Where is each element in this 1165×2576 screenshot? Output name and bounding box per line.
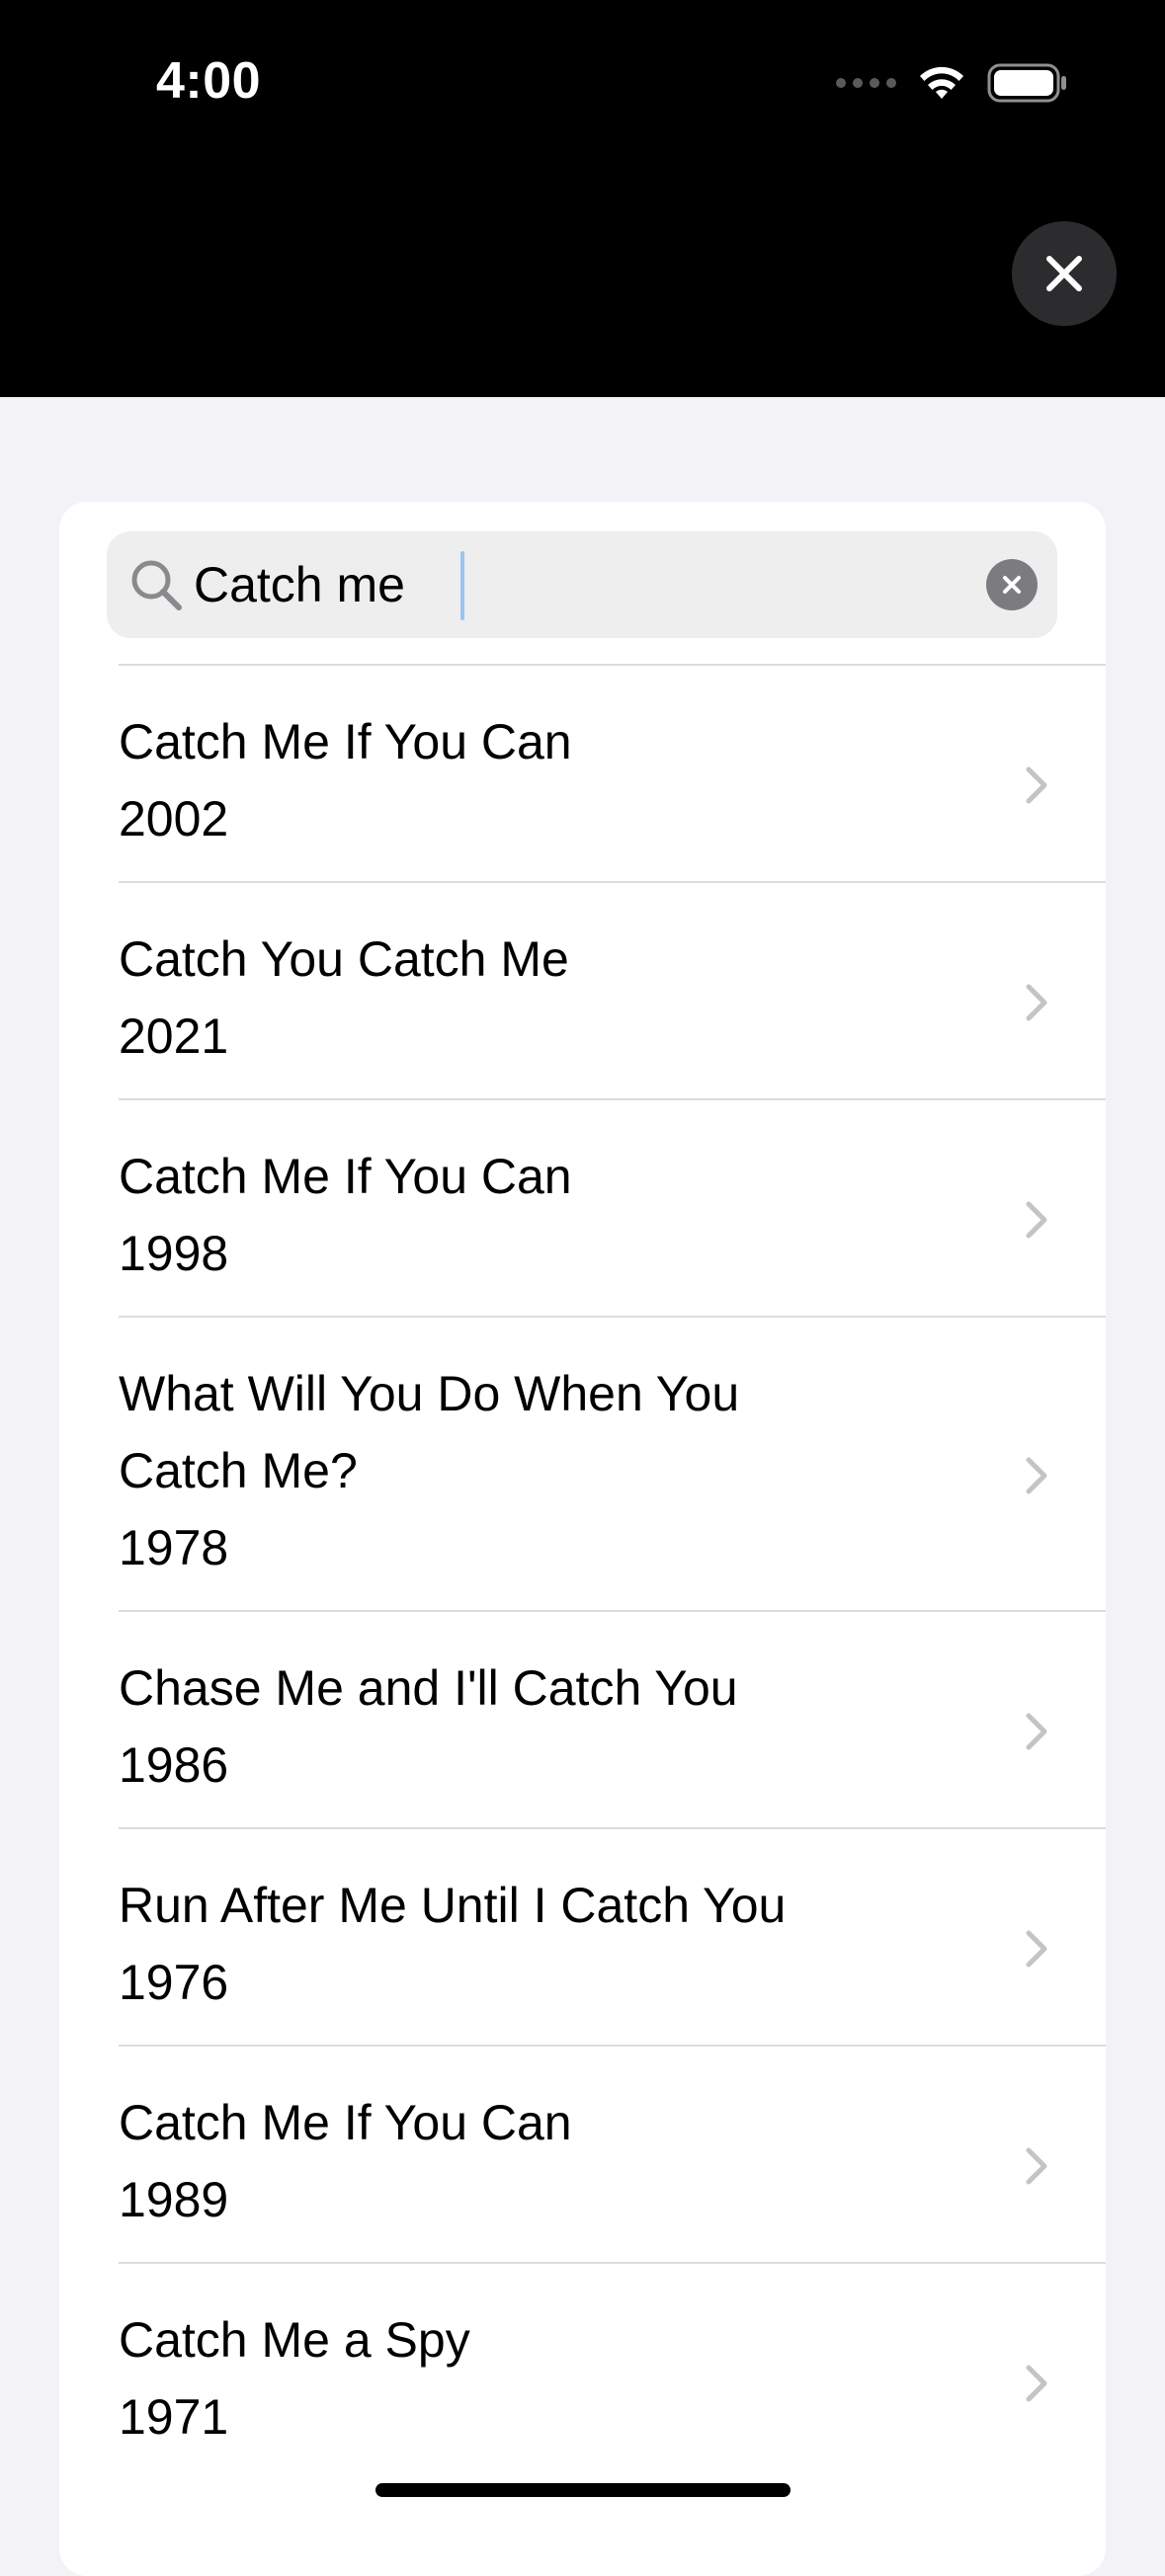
search-query[interactable]: Catch me <box>194 531 405 638</box>
result-title: Catch Me If You Can <box>119 714 572 769</box>
modal-header-area: 4:00 <box>0 0 1165 397</box>
clear-search-button[interactable] <box>986 559 1038 610</box>
result-title: Catch Me a Spy <box>119 2312 470 2368</box>
home-indicator <box>375 2483 791 2497</box>
list-item[interactable]: Catch Me If You Can 1989 <box>119 2045 1106 2262</box>
signal-icon <box>836 78 896 88</box>
search-icon <box>131 560 182 610</box>
list-item[interactable]: What Will You Do When You Catch Me? 1978 <box>119 1316 1106 1610</box>
result-title: Catch Me If You Can <box>119 1149 572 1204</box>
chevron-right-icon <box>1026 2365 1047 2402</box>
search-card: Catch me Catch Me If You Can 2002 Catch Yo… <box>59 502 1106 2576</box>
list-item[interactable]: Catch Me If You Can 1998 <box>119 1098 1106 1316</box>
status-icons <box>836 63 1068 103</box>
result-year: 1989 <box>119 2172 229 2227</box>
list-item[interactable]: Catch You Catch Me 2021 <box>119 881 1106 1098</box>
result-year: 2002 <box>119 791 229 846</box>
list-item[interactable]: Chase Me and I'll Catch You 1986 <box>119 1610 1106 1827</box>
result-title: Catch You Catch Me <box>119 931 569 987</box>
result-title: Run After Me Until I Catch You <box>119 1878 787 1933</box>
result-title: Chase Me and I'll Catch You <box>119 1660 738 1716</box>
result-title: Catch Me If You Can <box>119 2095 572 2150</box>
result-year: 1971 <box>119 2389 229 2445</box>
chevron-right-icon <box>1026 984 1047 1021</box>
results-list: Catch Me If You Can 2002 Catch You Catch M… <box>59 664 1106 2479</box>
list-item[interactable]: Catch Me If You Can 2002 <box>119 664 1106 881</box>
result-year: 1986 <box>119 1737 229 1793</box>
result-title: What Will You Do When You Catch Me? <box>119 1366 740 1498</box>
clear-icon <box>1003 576 1021 594</box>
text-cursor <box>460 551 464 620</box>
battery-icon <box>987 63 1066 103</box>
close-icon <box>1046 256 1082 291</box>
chevron-right-icon <box>1026 1930 1047 1968</box>
result-year: 1998 <box>119 1226 229 1281</box>
search-input[interactable]: Catch me <box>107 531 1057 638</box>
chevron-right-icon <box>1026 766 1047 804</box>
list-item[interactable]: Run After Me Until I Catch You 1976 <box>119 1827 1106 2045</box>
chevron-right-icon <box>1026 1201 1047 1239</box>
chevron-right-icon <box>1026 1457 1047 1494</box>
result-year: 1976 <box>119 1955 229 2010</box>
close-button[interactable] <box>1012 221 1117 326</box>
status-time: 4:00 <box>156 52 262 110</box>
result-year: 1978 <box>119 1520 229 1575</box>
chevron-right-icon <box>1026 1713 1047 1750</box>
list-item[interactable]: Catch Me a Spy 1971 <box>119 2262 1106 2479</box>
result-year: 2021 <box>119 1008 229 1064</box>
chevron-right-icon <box>1026 2147 1047 2185</box>
wifi-icon <box>920 66 963 99</box>
